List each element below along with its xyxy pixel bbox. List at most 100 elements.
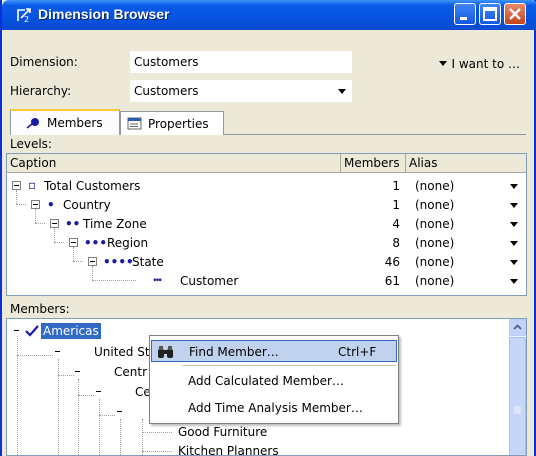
i-want-to-label: I want to … <box>451 57 520 71</box>
chevron-down-icon[interactable] <box>510 184 518 189</box>
scroll-up-button[interactable] <box>509 319 526 336</box>
level-row[interactable]: ꞏꞏꞏ Customer 61 (none) <box>7 272 526 291</box>
level-row[interactable]: ••• Region 8 (none) <box>7 234 526 253</box>
minimize-button[interactable] <box>454 3 476 25</box>
level-marker-icon: • <box>47 198 55 212</box>
hierarchy-select[interactable]: Customers <box>130 80 352 102</box>
level-members: 8 <box>392 236 400 250</box>
checkmark-icon <box>25 325 39 337</box>
tree-connector <box>58 375 74 376</box>
level-caption: Total Customers <box>44 179 141 193</box>
levels-grid: Caption Members Alias ▫ Total Customers … <box>6 153 527 296</box>
tab-members[interactable]: Members <box>10 109 120 135</box>
column-header-caption[interactable]: Caption <box>7 154 341 172</box>
level-alias: (none) <box>415 236 455 250</box>
level-row[interactable]: •• Time Zone 4 (none) <box>7 215 526 234</box>
chevron-down-icon[interactable] <box>510 222 518 227</box>
menu-item-add-time-analysis-member[interactable]: Add Time Analysis Member… <box>151 397 397 419</box>
level-alias: (none) <box>415 274 455 288</box>
level-caption: Customer <box>180 274 239 288</box>
maximize-button[interactable] <box>479 3 501 25</box>
level-marker-icon: ▫ <box>28 178 37 192</box>
level-alias: (none) <box>415 217 455 231</box>
level-caption: Country <box>63 198 111 212</box>
level-alias: (none) <box>415 179 455 193</box>
level-marker-icon: ꞏꞏꞏ <box>153 273 162 287</box>
pin-icon <box>26 118 39 129</box>
chevron-down-icon[interactable] <box>510 260 518 265</box>
level-row[interactable]: ▫ Total Customers 1 (none) <box>7 177 526 196</box>
collapse-icon[interactable] <box>88 257 97 266</box>
tree-connector <box>17 335 18 455</box>
collapse-icon[interactable] <box>13 327 22 336</box>
level-row[interactable]: •••• State 46 (none) <box>7 253 526 272</box>
menu-item-label: Add Time Analysis Member… <box>188 401 363 415</box>
chevron-down-icon[interactable] <box>510 279 518 284</box>
collapse-icon[interactable] <box>116 408 125 417</box>
tree-connector <box>99 415 115 416</box>
collapse-icon[interactable] <box>74 368 83 377</box>
level-caption: Time Zone <box>83 217 147 231</box>
level-members: 4 <box>392 217 400 231</box>
menu-item-label: Find Member… <box>189 345 279 359</box>
level-alias: (none) <box>415 255 455 269</box>
tree-connector <box>99 399 100 455</box>
menu-item-add-calculated-member[interactable]: Add Calculated Member… <box>151 370 397 392</box>
grip-icon <box>514 406 521 414</box>
level-caption: Region <box>107 236 149 250</box>
chevron-down-icon <box>338 89 346 94</box>
minimize-icon <box>460 17 467 20</box>
scroll-thumb[interactable] <box>509 337 526 455</box>
collapse-icon[interactable] <box>31 200 40 209</box>
level-marker-icon: ••• <box>84 236 108 250</box>
hierarchy-value: Customers <box>134 84 199 98</box>
tree-connector <box>58 359 59 455</box>
member-label-selected: Americas <box>41 323 101 339</box>
menu-item-find-member[interactable]: Find Member… Ctrl+F <box>151 340 397 362</box>
tree-connector <box>78 395 94 396</box>
window-title: Dimension Browser <box>38 6 170 22</box>
collapse-icon[interactable] <box>54 348 63 357</box>
member-item[interactable]: Good Furniture <box>178 425 267 443</box>
i-want-to-menu[interactable]: I want to … <box>439 57 520 71</box>
collapse-icon[interactable] <box>95 388 104 397</box>
tree-connector <box>78 379 79 455</box>
dimension-label: Dimension: <box>10 55 78 69</box>
hierarchy-label: Hierarchy: <box>10 84 72 98</box>
levels-grid-header: Caption Members Alias <box>7 154 526 173</box>
member-label: United St <box>94 345 150 359</box>
collapse-icon[interactable] <box>12 181 21 190</box>
tree-connector <box>17 355 53 356</box>
member-item[interactable]: Kitchen Planners <box>178 444 279 455</box>
tab-properties[interactable]: Properties <box>120 111 224 135</box>
title-bar[interactable]: 2 Dimension Browser <box>2 0 536 30</box>
dimension-browser-window: 2 Dimension Browser Dimension: Customers… <box>0 0 536 456</box>
dimension-field[interactable]: Customers <box>130 51 352 73</box>
tree-connector <box>142 451 172 452</box>
menu-item-shortcut: Ctrl+F <box>338 345 377 359</box>
level-row[interactable]: • Country 1 (none) <box>7 196 526 215</box>
dimension-browser-icon: 2 <box>17 8 31 24</box>
level-members: 1 <box>392 198 400 212</box>
properties-icon <box>127 117 142 130</box>
binoculars-icon <box>158 346 173 358</box>
menu-item-label: Add Calculated Member… <box>188 374 344 388</box>
chevron-down-icon[interactable] <box>510 241 518 246</box>
chevron-down-icon[interactable] <box>510 203 518 208</box>
vertical-scrollbar[interactable] <box>509 319 526 455</box>
level-marker-icon: •• <box>65 217 81 231</box>
collapse-icon[interactable] <box>69 238 78 247</box>
column-header-members[interactable]: Members <box>341 154 406 172</box>
close-button[interactable] <box>504 3 526 25</box>
members-label: Members: <box>10 302 70 316</box>
svg-text:2: 2 <box>24 15 29 24</box>
dimension-value: Customers <box>134 55 199 69</box>
tab-members-label: Members <box>47 116 103 130</box>
close-icon <box>509 8 521 20</box>
column-header-alias[interactable]: Alias <box>406 154 526 172</box>
collapse-icon[interactable] <box>50 219 59 228</box>
context-menu: Find Member… Ctrl+F Add Calculated Membe… <box>149 335 399 424</box>
tree-connector <box>120 419 121 455</box>
chevron-up-icon <box>513 324 522 330</box>
level-members: 61 <box>384 274 400 288</box>
